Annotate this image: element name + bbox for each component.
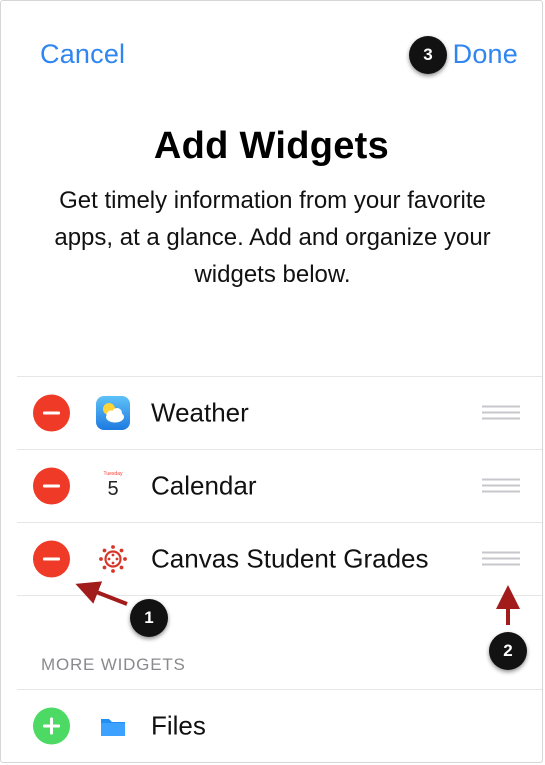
callout-2: 2	[489, 632, 527, 670]
annotation-arrows	[75, 581, 520, 625]
callout-1: 1	[130, 599, 168, 637]
arrow-to-remove-button	[75, 581, 128, 606]
callout-3: 3	[409, 36, 447, 74]
add-widgets-screen: Cancel Done Add Widgets Get timely infor…	[0, 0, 543, 763]
